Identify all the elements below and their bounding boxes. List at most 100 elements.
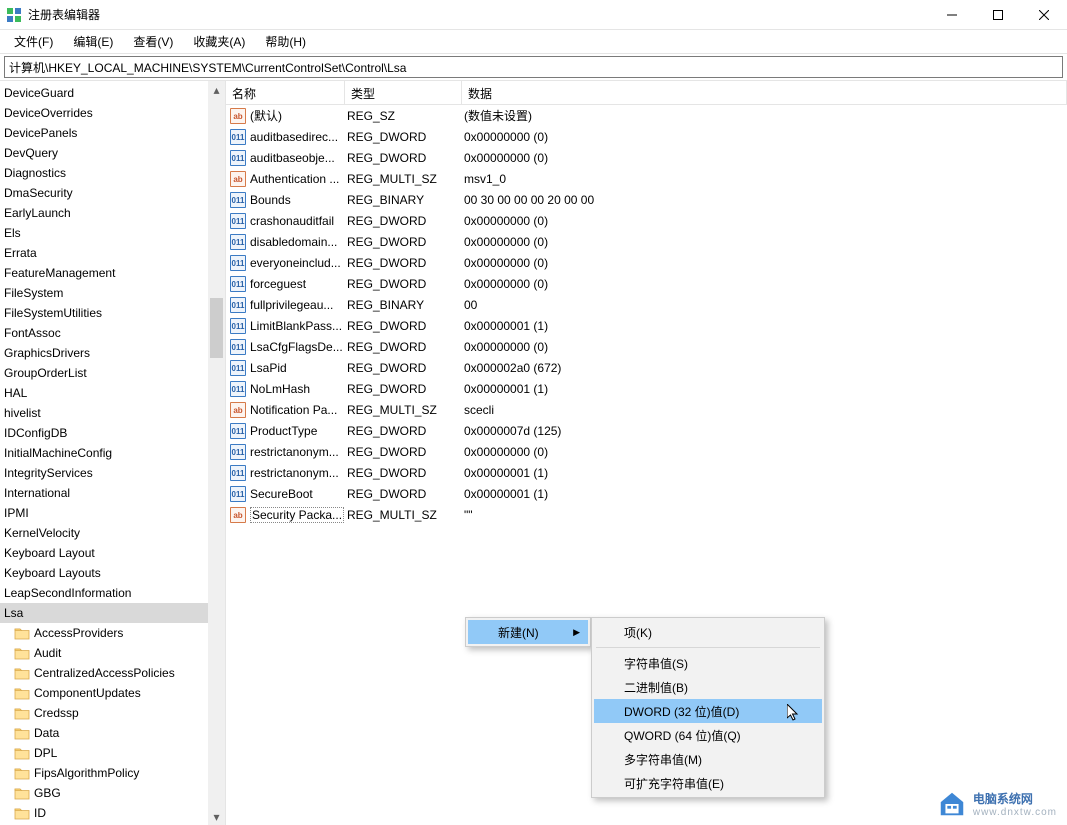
column-data[interactable]: 数据 [462, 81, 1067, 104]
tree-item-grouporderlist[interactable]: GroupOrderList [0, 363, 225, 383]
tree-item-featuremanagement[interactable]: FeatureManagement [0, 263, 225, 283]
tree-item-label: DevicePanels [4, 126, 77, 140]
list-row[interactable]: 011NoLmHashREG_DWORD0x00000001 (1) [226, 378, 1067, 399]
close-button[interactable] [1021, 1, 1067, 29]
tree-item-gbg[interactable]: GBG [0, 783, 225, 803]
list-row[interactable]: 011LsaPidREG_DWORD0x000002a0 (672) [226, 357, 1067, 378]
value-type: REG_DWORD [345, 487, 462, 501]
cell-name: 011disabledomain... [226, 234, 345, 250]
cell-name: 011LsaCfgFlagsDe... [226, 339, 345, 355]
list-row[interactable]: 011fullprivilegeau...REG_BINARY00 [226, 294, 1067, 315]
tree-item-dpl[interactable]: DPL [0, 743, 225, 763]
list-row[interactable]: 011SecureBootREG_DWORD0x00000001 (1) [226, 483, 1067, 504]
tree-item-filesystemutilities[interactable]: FileSystemUtilities [0, 303, 225, 323]
tree-item-accessproviders[interactable]: AccessProviders [0, 623, 225, 643]
tree-item-keyboard-layouts[interactable]: Keyboard Layouts [0, 563, 225, 583]
list-row[interactable]: 011disabledomain...REG_DWORD0x00000000 (… [226, 231, 1067, 252]
value-data: 0x0000007d (125) [462, 424, 1067, 438]
tree-item-lsa[interactable]: Lsa [0, 603, 225, 623]
list-row[interactable]: 011auditbasedirec...REG_DWORD0x00000000 … [226, 126, 1067, 147]
value-data: 0x00000000 (0) [462, 151, 1067, 165]
list-row[interactable]: 011LimitBlankPass...REG_DWORD0x00000001 … [226, 315, 1067, 336]
menu-item-new[interactable]: 新建(N) ▶ [468, 620, 588, 644]
tree-item-deviceoverrides[interactable]: DeviceOverrides [0, 103, 225, 123]
tree-item-filesystem[interactable]: FileSystem [0, 283, 225, 303]
list-row[interactable]: 011BoundsREG_BINARY00 30 00 00 00 20 00 … [226, 189, 1067, 210]
tree-item-fipsalgorithmpolicy[interactable]: FipsAlgorithmPolicy [0, 763, 225, 783]
scroll-up-icon[interactable]: ▴ [208, 81, 225, 98]
list-row[interactable]: 011ProductTypeREG_DWORD0x0000007d (125) [226, 420, 1067, 441]
cell-name: abAuthentication ... [226, 171, 345, 187]
list-row[interactable]: 011auditbaseobje...REG_DWORD0x00000000 (… [226, 147, 1067, 168]
tree-item-leapsecondinformation[interactable]: LeapSecondInformation [0, 583, 225, 603]
scroll-thumb[interactable] [210, 298, 223, 358]
list-row[interactable]: ab(默认)REG_SZ(数值未设置) [226, 105, 1067, 126]
list-row[interactable]: 011restrictanonym...REG_DWORD0x00000001 … [226, 462, 1067, 483]
tree-item-initialmachineconfig[interactable]: InitialMachineConfig [0, 443, 225, 463]
tree-item-integrityservices[interactable]: IntegrityServices [0, 463, 225, 483]
address-bar[interactable]: 计算机\HKEY_LOCAL_MACHINE\SYSTEM\CurrentCon… [4, 56, 1063, 78]
tree-item-credssp[interactable]: Credssp [0, 703, 225, 723]
menu-4[interactable]: 帮助(H) [255, 30, 316, 53]
tree-item-graphicsdrivers[interactable]: GraphicsDrivers [0, 343, 225, 363]
column-type[interactable]: 类型 [345, 81, 462, 104]
menu-1[interactable]: 编辑(E) [63, 30, 123, 53]
tree-item-keyboard-layout[interactable]: Keyboard Layout [0, 543, 225, 563]
tree-pane[interactable]: DeviceGuardDeviceOverrides DevicePanels De… [0, 81, 226, 825]
tree-item-fontassoc[interactable]: FontAssoc [0, 323, 225, 343]
tree-item-label: CentralizedAccessPolicies [34, 666, 175, 680]
list-row[interactable]: abNotification Pa...REG_MULTI_SZscecli [226, 399, 1067, 420]
minimize-button[interactable] [929, 1, 975, 29]
menu-2[interactable]: 查看(V) [123, 30, 183, 53]
tree-item-hal[interactable]: HAL [0, 383, 225, 403]
submenu-item-0[interactable]: 项(K) [594, 620, 822, 644]
value-name: auditbaseobje... [250, 151, 335, 165]
binary-value-icon: 011 [230, 297, 246, 313]
tree-scrollbar[interactable]: ▴ ▾ [208, 81, 225, 825]
list-row[interactable]: abSecurity Packa...REG_MULTI_SZ"" [226, 504, 1067, 525]
list-row[interactable]: 011crashonauditfailREG_DWORD0x00000000 (… [226, 210, 1067, 231]
tree-item-devquery[interactable]: DevQuery [0, 143, 225, 163]
tree-item-componentupdates[interactable]: ComponentUpdates [0, 683, 225, 703]
menu-0[interactable]: 文件(F) [4, 30, 63, 53]
menu-3[interactable]: 收藏夹(A) [183, 30, 255, 53]
scroll-down-icon[interactable]: ▾ [208, 808, 225, 825]
tree-item-dmasecurity[interactable]: DmaSecurity [0, 183, 225, 203]
tree-item-earlylaunch[interactable]: EarlyLaunch [0, 203, 225, 223]
value-data: scecli [462, 403, 1067, 417]
list-row[interactable]: 011forceguestREG_DWORD0x00000000 (0) [226, 273, 1067, 294]
submenu-item-6[interactable]: 多字符串值(M) [594, 747, 822, 771]
binary-value-icon: 011 [230, 318, 246, 334]
tree-item-hivelist[interactable]: hivelist [0, 403, 225, 423]
column-name[interactable]: 名称 [226, 81, 345, 104]
submenu-item-3[interactable]: 二进制值(B) [594, 675, 822, 699]
tree-item-ipmi[interactable]: IPMI [0, 503, 225, 523]
tree-item-diagnostics[interactable]: Diagnostics [0, 163, 225, 183]
tree-item-label: FileSystemUtilities [4, 306, 102, 320]
submenu-item-7[interactable]: 可扩充字符串值(E) [594, 771, 822, 795]
cell-name: 011restrictanonym... [226, 444, 345, 460]
tree-item-devicepanels[interactable]: DevicePanels [0, 123, 225, 143]
value-data: 0x00000001 (1) [462, 487, 1067, 501]
tree-item-els[interactable]: Els [0, 223, 225, 243]
tree-item-errata[interactable]: Errata [0, 243, 225, 263]
tree-item-kernelvelocity[interactable]: KernelVelocity [0, 523, 225, 543]
tree-item-centralizedaccesspolicies[interactable]: CentralizedAccessPolicies [0, 663, 225, 683]
tree-item-data[interactable]: Data [0, 723, 225, 743]
maximize-button[interactable] [975, 1, 1021, 29]
list-row[interactable]: abAuthentication ...REG_MULTI_SZmsv1_0 [226, 168, 1067, 189]
tree-item-international[interactable]: International [0, 483, 225, 503]
folder-icon [14, 626, 30, 640]
submenu-item-2[interactable]: 字符串值(S) [594, 651, 822, 675]
list-row[interactable]: 011restrictanonym...REG_DWORD0x00000000 … [226, 441, 1067, 462]
list-row[interactable]: 011everyoneinclud...REG_DWORD0x00000000 … [226, 252, 1067, 273]
tree-item-label: ComponentUpdates [34, 686, 141, 700]
tree-item-deviceguard[interactable]: DeviceGuard [0, 83, 225, 103]
value-data: 00 30 00 00 00 20 00 00 [462, 193, 1067, 207]
tree-item-id[interactable]: ID [0, 803, 225, 823]
tree-item-audit[interactable]: Audit [0, 643, 225, 663]
value-name: crashonauditfail [250, 214, 334, 228]
submenu-item-5[interactable]: QWORD (64 位)值(Q) [594, 723, 822, 747]
list-row[interactable]: 011LsaCfgFlagsDe...REG_DWORD0x00000000 (… [226, 336, 1067, 357]
tree-item-idconfigdb[interactable]: IDConfigDB [0, 423, 225, 443]
